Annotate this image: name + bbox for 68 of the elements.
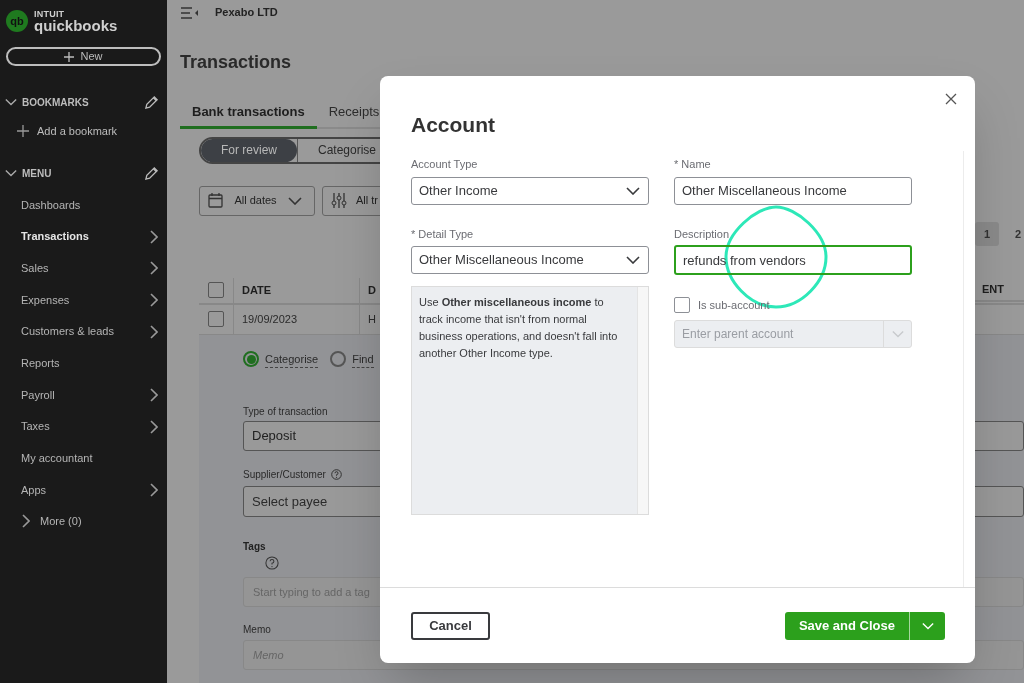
field-label: Description [674, 226, 730, 242]
menu-item[interactable]: My accountant [0, 442, 167, 475]
checkbox[interactable] [674, 297, 690, 314]
menu-item[interactable]: Reports [0, 347, 167, 380]
pencil-icon [144, 165, 159, 181]
new-button[interactable]: New [6, 47, 161, 66]
logo-brand: quickbooks [34, 17, 118, 33]
tab[interactable]: Receipts [316, 102, 392, 129]
radio-button[interactable] [330, 351, 347, 368]
sliders-icon [331, 193, 347, 208]
column-header: ENT [982, 282, 1004, 297]
section-title[interactable]: MENU [22, 165, 144, 181]
collapse-menu-icon [181, 6, 199, 19]
page-title: Transactions [180, 51, 292, 74]
menu-item[interactable]: Taxes [0, 410, 167, 443]
chevron-down-icon [626, 256, 640, 264]
close-button[interactable] [945, 92, 959, 106]
field-label: Type of transaction [243, 405, 328, 419]
detail-type-dropdown[interactable]: Other Miscellaneous Income [411, 246, 649, 274]
calendar-icon [208, 193, 223, 208]
field-label: * Name [674, 157, 711, 172]
logo-brand-small: INTUIT [34, 9, 66, 19]
section-title[interactable]: BOOKMARKS [22, 94, 144, 110]
segment-button[interactable]: For review [201, 138, 297, 162]
table-cell: 19/09/2023 [233, 304, 359, 334]
menu-item[interactable]: Expenses [0, 284, 167, 316]
page-button[interactable]: 1 [975, 222, 999, 246]
tab[interactable]: Bank transactions [180, 102, 317, 129]
field-label: Supplier/Customer [243, 468, 326, 482]
checkbox[interactable] [208, 311, 224, 327]
filter-dropdown[interactable]: All dates [199, 185, 315, 216]
field-label: * Detail Type [411, 226, 474, 242]
chevron-down-icon [288, 196, 302, 205]
option-label[interactable]: Categorise [265, 350, 319, 368]
chevron-down-icon [626, 186, 640, 195]
chevron-down-icon [921, 621, 934, 630]
company-name: Pexabo LTD [215, 5, 278, 21]
menu-item[interactable]: Sales [0, 252, 167, 285]
help-icon [330, 469, 342, 480]
page-button[interactable]: 2 [1006, 222, 1024, 246]
column-header: DATE [233, 277, 359, 303]
menu-item[interactable]: Apps [0, 474, 167, 506]
field-label: Tags [243, 540, 266, 554]
chevron-down-icon [891, 329, 904, 338]
account-type-dropdown[interactable]: Other Income [411, 176, 649, 205]
name-field[interactable]: Other Miscellaneous Income [674, 176, 912, 205]
option-label[interactable]: Find [352, 350, 374, 368]
pencil-icon [144, 94, 159, 110]
plus-icon [17, 125, 29, 137]
logo-badge: qb [6, 10, 28, 32]
help-text: Use Other miscellaneous income to track income that isn't from normal business operations, and doesn't fall into another Other Income type. [418, 295, 619, 361]
cancel-button[interactable]: Cancel [411, 611, 490, 640]
field-label: Memo [243, 623, 271, 637]
add-bookmark-link[interactable]: Add a bookmark [0, 116, 167, 146]
radio-button[interactable] [243, 351, 259, 368]
menu-item[interactable]: Transactions [0, 220, 167, 253]
checkbox[interactable] [208, 282, 224, 298]
close-icon [945, 93, 957, 105]
menu-item[interactable]: Dashboards [0, 189, 167, 221]
save-options-button[interactable] [909, 611, 945, 640]
menu-item[interactable]: Payroll [0, 379, 167, 411]
more-item[interactable]: More (0) [0, 505, 167, 537]
chevron-right-icon [22, 514, 30, 529]
menu-item[interactable]: Customers & leads [0, 315, 167, 348]
help-icon [265, 556, 279, 570]
field-label: Account Type [411, 157, 478, 172]
plus-icon [64, 51, 75, 62]
dialog-title: Account [411, 112, 495, 138]
